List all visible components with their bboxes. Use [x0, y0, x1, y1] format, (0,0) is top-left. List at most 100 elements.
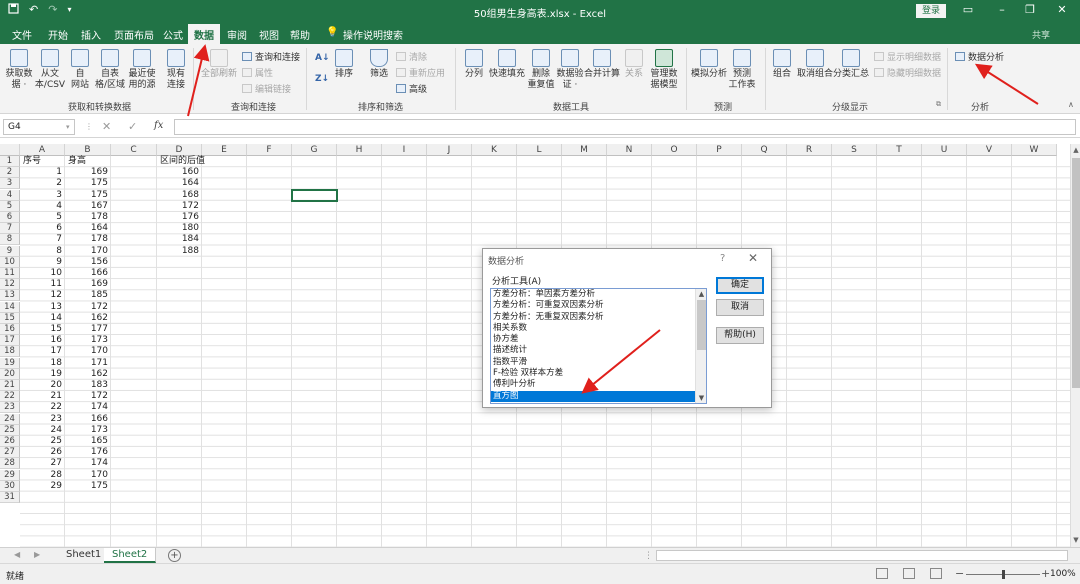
cell[interactable]: 169 — [65, 279, 111, 290]
column-header[interactable]: M — [562, 144, 607, 156]
cell[interactable]: 162 — [65, 313, 111, 324]
column-header[interactable]: B — [65, 144, 111, 156]
row-header[interactable]: 31 — [0, 492, 20, 503]
row-header[interactable]: 2 — [0, 167, 20, 179]
recent-sources-button[interactable]: 最近使 用的源 — [126, 49, 158, 91]
close-icon[interactable]: ✕ — [1052, 3, 1072, 16]
row-header[interactable]: 14 — [0, 301, 20, 313]
cancel-button[interactable]: 取消 — [716, 299, 764, 316]
sort-desc-icon[interactable]: Z↓ — [315, 74, 329, 84]
reapply-button[interactable]: 重新应用 — [396, 66, 445, 79]
cell[interactable]: 170 — [65, 346, 111, 357]
cell[interactable]: 185 — [65, 290, 111, 301]
subtotal-button[interactable]: 分类汇总 — [833, 49, 869, 80]
cell[interactable]: 21 — [20, 391, 65, 402]
cell[interactable]: 171 — [65, 358, 111, 369]
cell[interactable]: 172 — [65, 391, 111, 402]
edit-links-button[interactable]: 编辑链接 — [242, 82, 291, 95]
sheet-tab-sheet1[interactable]: Sheet1 — [58, 548, 111, 563]
cell[interactable]: 22 — [20, 402, 65, 413]
row-header[interactable]: 4 — [0, 189, 20, 201]
list-scroll-thumb[interactable] — [697, 300, 706, 350]
zoom-out-icon[interactable]: − — [955, 567, 964, 580]
advanced-filter-button[interactable]: 高级 — [396, 82, 427, 95]
cell[interactable]: 5 — [20, 212, 65, 223]
analysis-tool-item[interactable]: 方差分析：无重复双因素分析 — [491, 312, 706, 323]
analysis-tool-item[interactable]: 相关系数 — [491, 323, 706, 334]
existing-connections-button[interactable]: 现有 连接 — [163, 49, 189, 91]
cell[interactable]: 178 — [65, 212, 111, 223]
help-button[interactable]: 帮助(H) — [716, 327, 764, 344]
analysis-tool-item[interactable]: 方差分析：可重复双因素分析 — [491, 300, 706, 311]
group-button[interactable]: 组合 — [770, 49, 794, 80]
row-header[interactable]: 15 — [0, 312, 20, 324]
cell[interactable]: 156 — [65, 257, 111, 268]
tab-formulas[interactable]: 公式 — [163, 27, 183, 42]
data-analysis-button[interactable]: 数据分析 — [955, 50, 1004, 63]
enter-icon[interactable]: ✓ — [128, 120, 137, 133]
column-header[interactable]: P — [697, 144, 742, 156]
tab-data[interactable]: 数据 — [188, 24, 220, 44]
cell[interactable]: 6 — [20, 223, 65, 234]
column-header[interactable]: L — [517, 144, 562, 156]
normal-view-icon[interactable] — [876, 568, 888, 579]
queries-connections-button[interactable]: 查询和连接 — [242, 50, 300, 63]
cell[interactable]: 19 — [20, 369, 65, 380]
dialog-close-icon[interactable]: ✕ — [748, 251, 758, 265]
row-header[interactable]: 1 — [0, 156, 20, 167]
column-header[interactable]: N — [607, 144, 652, 156]
column-header[interactable]: R — [787, 144, 832, 156]
row-header[interactable]: 29 — [0, 469, 20, 481]
cell[interactable]: 15 — [20, 324, 65, 335]
flash-fill-button[interactable]: 快速填充 — [488, 49, 526, 80]
zoom-slider-knob[interactable] — [1002, 570, 1005, 579]
name-box-dropdown-icon[interactable]: ▾ — [66, 123, 70, 131]
row-header[interactable]: 18 — [0, 346, 20, 358]
cell[interactable]: 14 — [20, 313, 65, 324]
cell[interactable]: 162 — [65, 369, 111, 380]
analysis-tool-item[interactable]: 直方图 — [491, 390, 706, 402]
ungroup-button[interactable]: 取消组合 — [796, 49, 834, 80]
from-text-csv-button[interactable]: 从文 本/CSV — [34, 49, 66, 91]
row-header[interactable]: 8 — [0, 234, 20, 246]
cell[interactable]: 身高 — [65, 156, 111, 167]
analysis-tool-item[interactable]: 傅利叶分析 — [491, 379, 706, 390]
cancel-icon[interactable]: ✕ — [102, 120, 111, 133]
cell[interactable]: 166 — [65, 268, 111, 279]
tab-help[interactable]: 帮助 — [290, 27, 310, 42]
list-scroll-up-icon[interactable]: ▲ — [696, 290, 706, 298]
sheet-tab-sheet2[interactable]: Sheet2 — [104, 548, 157, 563]
data-validation-button[interactable]: 数据验 证 · — [556, 49, 584, 91]
row-header[interactable]: 24 — [0, 413, 20, 425]
select-all-corner[interactable] — [0, 144, 20, 156]
refresh-all-button[interactable]: 全部刷新 — [200, 49, 238, 80]
cell[interactable]: 164 — [65, 223, 111, 234]
clear-filter-button[interactable]: 清除 — [396, 50, 427, 63]
get-data-button[interactable]: 获取数 据 · — [4, 49, 34, 91]
cell[interactable]: 9 — [20, 257, 65, 268]
row-header[interactable]: 13 — [0, 290, 20, 302]
formula-input[interactable] — [174, 119, 1076, 135]
cell[interactable]: 167 — [65, 201, 111, 212]
cell[interactable]: 11 — [20, 279, 65, 290]
insert-function-icon[interactable]: fx — [154, 120, 163, 131]
scroll-down-icon[interactable]: ▼ — [1071, 536, 1080, 544]
row-header[interactable]: 27 — [0, 447, 20, 459]
row-header[interactable]: 16 — [0, 324, 20, 335]
dialog-help-icon[interactable]: ? — [720, 253, 725, 264]
sort-asc-icon[interactable]: A↓ — [315, 53, 330, 63]
column-header[interactable]: H — [337, 144, 382, 156]
page-break-view-icon[interactable] — [930, 568, 942, 579]
sort-button[interactable]: 排序 — [332, 49, 356, 80]
analysis-tools-list[interactable]: 方差分析：单因素方差分析 方差分析：可重复双因素分析 方差分析：无重复双因素分析 相关… — [490, 288, 707, 404]
from-table-button[interactable]: 自表 格/区域 — [94, 49, 126, 91]
cell[interactable]: 168 — [157, 190, 202, 201]
consolidate-button[interactable]: 合并计算 — [584, 49, 620, 80]
remove-duplicates-button[interactable]: 删除 重复值 — [527, 49, 555, 91]
column-header[interactable]: Q — [742, 144, 787, 156]
cell[interactable]: 169 — [65, 167, 111, 178]
tab-view[interactable]: 视图 — [259, 27, 279, 42]
cell[interactable]: 184 — [157, 234, 202, 245]
collapse-ribbon-icon[interactable]: ∧ — [1068, 100, 1074, 109]
row-header[interactable]: 12 — [0, 279, 20, 291]
